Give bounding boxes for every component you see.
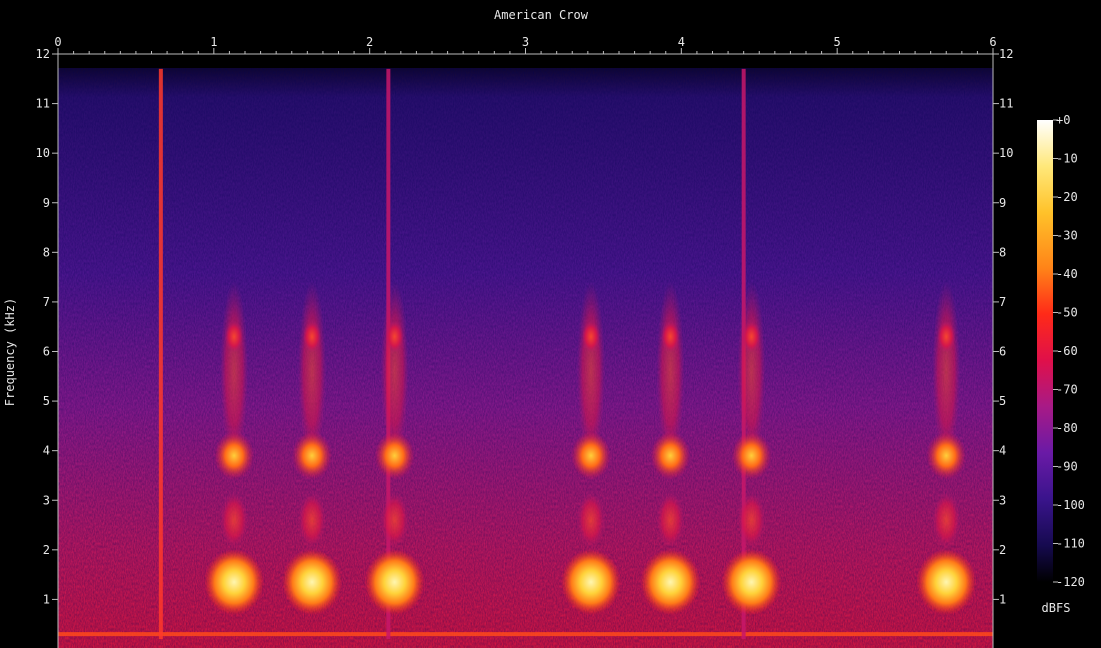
call-0-harmonic-4k — [214, 431, 255, 480]
colorbar-tick-label-8: -80 — [1056, 421, 1078, 435]
colorbar-tick-label-12: -120 — [1056, 575, 1085, 589]
y-tick-label-right-4: 5 — [999, 394, 1006, 408]
call-5-harmonic-2-5k — [737, 492, 766, 549]
colorbar-label: dBFS — [1042, 601, 1071, 615]
call-1-fundamental — [282, 549, 343, 616]
x-tick-label-6: 6 — [989, 35, 996, 49]
x-tick-label-1: 1 — [210, 35, 217, 49]
colorbar-tick-label-7: -70 — [1056, 383, 1078, 397]
y-tick-label-left-1: 2 — [43, 543, 50, 557]
low-frequency-noise-line — [58, 632, 993, 637]
y-tick-label-right-5: 6 — [999, 345, 1006, 359]
call-2-harmonic-6k — [385, 320, 404, 353]
y-axis-label: Frequency (kHz) — [3, 298, 17, 406]
call-3-harmonic-4k — [570, 431, 611, 480]
call-5-fundamental — [721, 549, 782, 616]
y-tick-label-left-11: 12 — [36, 47, 50, 61]
colorbar-tick-label-1: -10 — [1056, 152, 1078, 166]
spectrogram-plot — [58, 54, 993, 648]
y-tick-label-left-4: 5 — [43, 394, 50, 408]
colorbar-tick-label-3: -30 — [1056, 229, 1078, 243]
colorbar-tick-label-9: -90 — [1056, 460, 1078, 474]
x-tick-label-4: 4 — [678, 35, 685, 49]
colorbar-tick-label-5: -50 — [1056, 306, 1078, 320]
x-tick-label-3: 3 — [522, 35, 529, 49]
x-tick-label-2: 2 — [366, 35, 373, 49]
y-tick-label-right-8: 9 — [999, 196, 1006, 210]
y-tick-label-left-2: 3 — [43, 493, 50, 507]
colorbar: dBFS +0 -10 -20 -30 -40 -50 -60 -70 -80 -90 -100 -1… — [1037, 113, 1085, 615]
colorbar-gradient — [1037, 120, 1053, 582]
y-tick-label-left-8: 9 — [43, 196, 50, 210]
call-5-harmonic-6k — [742, 320, 761, 353]
y-tick-label-left-10: 11 — [36, 97, 50, 111]
call-4-harmonic-6k — [661, 320, 680, 353]
y-tick-label-right-3: 4 — [999, 444, 1006, 458]
colorbar-tick-label-6: -60 — [1056, 344, 1078, 358]
click-transient-0 — [158, 68, 163, 640]
call-4-harmonic-4k — [650, 431, 691, 480]
x-tick-label-5: 5 — [834, 35, 841, 49]
colorbar-tick-label-0: +0 — [1056, 113, 1070, 127]
y-tick-label-right-2: 3 — [999, 493, 1006, 507]
y-tick-label-left-0: 1 — [43, 592, 50, 606]
y-tick-label-left-7: 8 — [43, 245, 50, 259]
call-1-harmonic-6k — [303, 320, 322, 353]
colorbar-tick-label-10: -100 — [1056, 498, 1085, 512]
call-4-harmonic-2-5k — [656, 492, 685, 549]
y-tick-label-left-9: 10 — [36, 146, 50, 160]
call-0-harmonic-2-5k — [220, 492, 249, 549]
y-tick-label-right-1: 2 — [999, 543, 1006, 557]
chart-title: American Crow — [494, 8, 589, 22]
call-4-fundamental — [640, 549, 701, 616]
y-tick-label-right-7: 8 — [999, 245, 1006, 259]
call-6-harmonic-4k — [926, 431, 967, 480]
call-2-harmonic-4k — [374, 431, 415, 480]
y-tick-label-right-0: 1 — [999, 592, 1006, 606]
call-3-harmonic-2-5k — [576, 492, 605, 549]
call-6-harmonic-2-5k — [932, 492, 961, 549]
call-3-harmonic-6k — [581, 320, 600, 353]
y-tick-label-left-6: 7 — [43, 295, 50, 309]
colorbar-tick-label-4: -40 — [1056, 267, 1078, 281]
colorbar-tick-label-2: -20 — [1056, 190, 1078, 204]
noise-grain — [58, 68, 993, 648]
call-6-fundamental — [916, 549, 977, 616]
y-tick-label-right-11: 12 — [999, 47, 1013, 61]
y-tick-label-right-6: 7 — [999, 295, 1006, 309]
call-2-harmonic-2-5k — [380, 492, 409, 549]
spectrogram-chart: American Crow Frequency (kHz) 0 1 2 3 4 5 61 12… — [3, 8, 1085, 648]
y-tick-label-right-9: 10 — [999, 146, 1013, 160]
y-tick-label-left-3: 4 — [43, 444, 50, 458]
call-0-fundamental — [204, 549, 265, 616]
y-tick-label-right-10: 11 — [999, 97, 1013, 111]
call-2-fundamental — [364, 549, 425, 616]
call-6-harmonic-6k — [937, 320, 956, 353]
call-1-harmonic-4k — [292, 431, 333, 480]
call-3-fundamental — [560, 549, 621, 616]
call-5-harmonic-4k — [731, 431, 772, 480]
y-tick-label-left-5: 6 — [43, 345, 50, 359]
x-tick-label-0: 0 — [54, 35, 61, 49]
call-0-harmonic-6k — [225, 320, 244, 353]
call-1-harmonic-2-5k — [298, 492, 327, 549]
colorbar-tick-label-11: -110 — [1056, 537, 1085, 551]
